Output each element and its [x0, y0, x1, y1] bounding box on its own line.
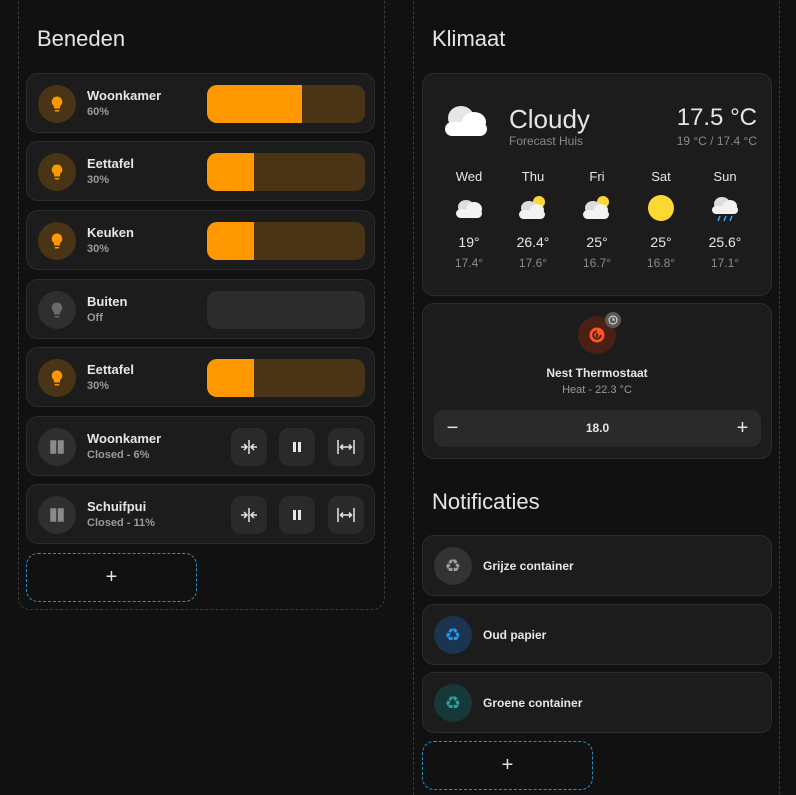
notification-label: Grijze container — [483, 559, 574, 573]
thermostat-card[interactable]: Nest Thermostaat Heat - 22.3 °C − 18.0 + — [422, 303, 772, 459]
forecast-high: 26.4° — [516, 234, 550, 250]
sunny-icon — [631, 188, 691, 228]
forecast-day: Sun 25.6° 17.1° — [695, 169, 755, 270]
tile-name: Eettafel — [87, 362, 134, 377]
recycle-icon[interactable]: ♻ — [434, 616, 472, 654]
forecast-low: 16.8° — [646, 256, 676, 270]
notification-grijze-container[interactable]: ♻ Grijze container — [422, 535, 772, 596]
tile-state: 60% — [87, 106, 110, 118]
open-cover-button[interactable] — [328, 428, 364, 466]
tile-name: Woonkamer — [87, 88, 162, 103]
forecast-day-name: Wed — [455, 169, 483, 184]
notification-groene-container[interactable]: ♻ Groene container — [422, 672, 772, 733]
clock-icon — [605, 312, 621, 328]
forecast-day: Fri 25° 16.7° — [567, 169, 627, 270]
brightness-slider[interactable] — [207, 85, 365, 123]
forecast-day-name: Thu — [521, 169, 545, 184]
section-title-beneden: Beneden — [37, 26, 126, 51]
tile-name: Buiten — [87, 294, 128, 309]
weather-condition: Cloudy — [509, 104, 590, 134]
forecast-low: 16.7° — [582, 256, 612, 270]
rainy-icon — [695, 188, 755, 228]
forecast-day: Thu 26.4° 17.6° — [503, 169, 563, 270]
cloudy-icon — [441, 100, 491, 145]
cover-tile-woonkamer[interactable]: Woonkamer Closed - 6% — [26, 416, 375, 476]
tile-state: Closed - 11% — [87, 517, 155, 529]
tile-state: 30% — [87, 174, 110, 186]
brightness-slider[interactable] — [207, 359, 365, 397]
brightness-slider[interactable] — [207, 222, 365, 260]
tile-state: Off — [87, 312, 103, 324]
thermostat-state: Heat - 22.3 °C — [562, 384, 632, 396]
forecast-day: Sat 25° 16.8° — [631, 169, 691, 270]
notification-label: Groene container — [483, 696, 583, 710]
forecast-high: 25.6° — [708, 234, 742, 250]
forecast-high: 25° — [650, 234, 672, 250]
recycle-icon[interactable]: ♻ — [434, 547, 472, 585]
light-tile-keuken[interactable]: Keuken 30% — [26, 210, 375, 270]
cloudy-icon — [439, 188, 499, 228]
tile-state: 30% — [87, 243, 110, 255]
tile-state: Closed - 6% — [87, 449, 150, 461]
tile-name: Woonkamer — [87, 431, 162, 446]
forecast-high: 25° — [586, 234, 608, 250]
window-shutter-icon[interactable] — [38, 428, 76, 466]
lightbulb-icon[interactable] — [38, 153, 76, 191]
open-cover-button[interactable] — [328, 496, 364, 534]
light-tile-buiten[interactable]: Buiten Off — [26, 279, 375, 339]
lightbulb-icon[interactable] — [38, 359, 76, 397]
forecast-high: 19° — [458, 234, 480, 250]
light-tile-woonkamer[interactable]: Woonkamer 60% — [26, 73, 375, 133]
weather-range: 19 °C / 17.4 °C — [676, 134, 757, 148]
lightbulb-icon[interactable] — [38, 85, 76, 123]
brightness-slider[interactable] — [207, 291, 365, 329]
notification-label: Oud papier — [483, 628, 547, 642]
lightbulb-icon[interactable] — [38, 222, 76, 260]
section-title-notificaties: Notificaties — [432, 489, 540, 514]
brightness-slider[interactable] — [207, 153, 365, 191]
forecast-day: Wed 19° 17.4° — [439, 169, 499, 270]
lightbulb-icon[interactable] — [38, 291, 76, 329]
partly-cloudy-icon — [567, 188, 627, 228]
forecast-day-name: Sat — [651, 169, 671, 184]
tile-state: 30% — [87, 380, 110, 392]
forecast-day-name: Fri — [589, 169, 605, 184]
weather-card[interactable]: Cloudy Forecast Huis 17.5 °C 19 °C / 17.… — [422, 73, 772, 296]
weather-source: Forecast Huis — [509, 134, 584, 148]
thermostat-name: Nest Thermostaat — [546, 366, 648, 380]
light-tile-eettafel[interactable]: Eettafel 30% — [26, 141, 375, 201]
section-title-klimaat: Klimaat — [432, 26, 506, 51]
light-tile-eettafel-2[interactable]: Eettafel 30% — [26, 347, 375, 407]
tile-name: Keuken — [87, 225, 134, 240]
forecast-low: 17.1° — [710, 256, 740, 270]
forecast-low: 17.6° — [518, 256, 548, 270]
tile-name: Eettafel — [87, 156, 134, 171]
recycle-icon[interactable]: ♻ — [434, 684, 472, 722]
stop-cover-button[interactable] — [279, 428, 315, 466]
target-temperature-value: 18.0 — [585, 421, 610, 435]
add-card-button-right[interactable]: + — [422, 741, 593, 790]
cover-tile-schuifpui[interactable]: Schuifpui Closed - 11% — [26, 484, 375, 544]
forecast-day-name: Sun — [713, 169, 737, 184]
add-card-button[interactable]: + — [26, 553, 197, 602]
increase-temperature-button[interactable]: + — [724, 410, 761, 447]
target-temperature-control[interactable]: − 18.0 + — [434, 410, 761, 447]
close-cover-button[interactable] — [231, 496, 267, 534]
weather-temperature: 17.5 °C — [676, 104, 757, 131]
stop-cover-button[interactable] — [279, 496, 315, 534]
notification-oud-papier[interactable]: ♻ Oud papier — [422, 604, 772, 665]
tile-name: Schuifpui — [87, 499, 147, 514]
forecast-low: 17.4° — [454, 256, 484, 270]
partly-cloudy-icon — [503, 188, 563, 228]
window-shutter-icon[interactable] — [38, 496, 76, 534]
close-cover-button[interactable] — [231, 428, 267, 466]
